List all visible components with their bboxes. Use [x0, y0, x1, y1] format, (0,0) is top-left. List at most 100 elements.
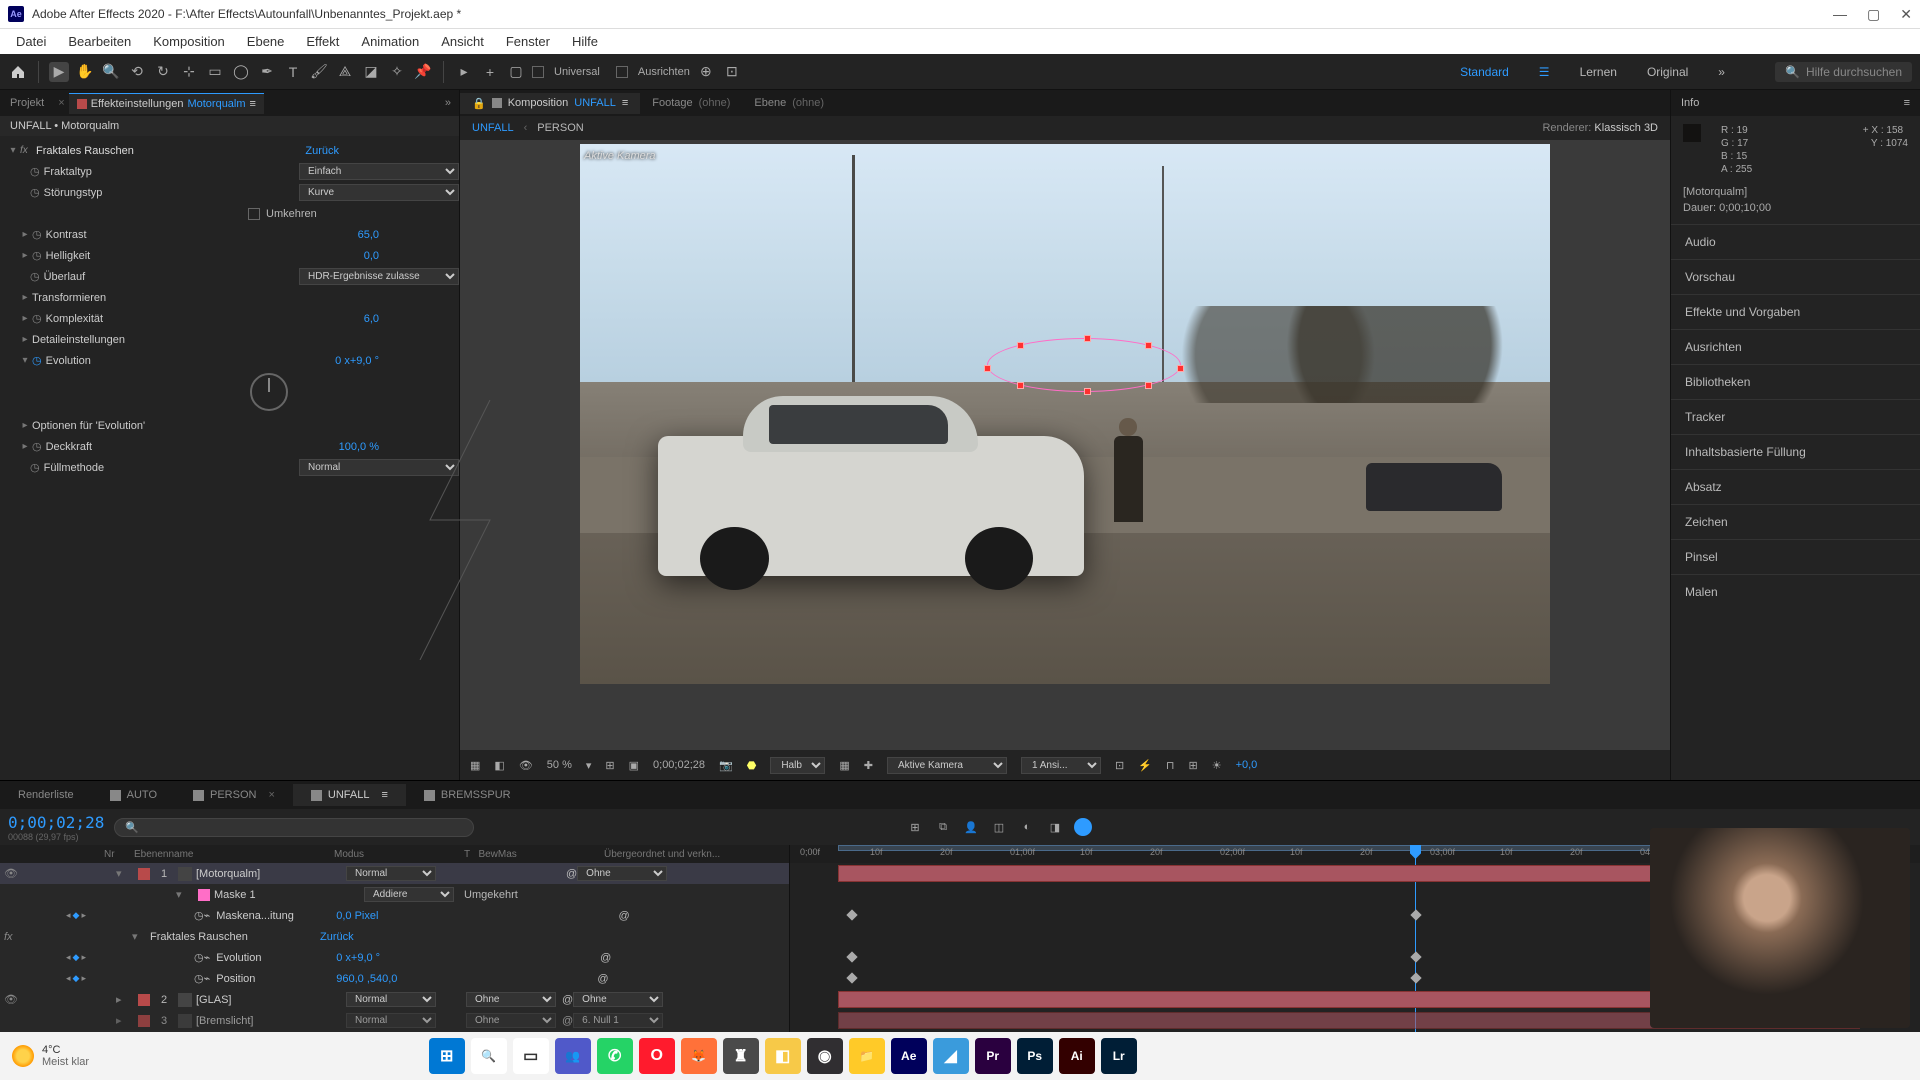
bewmas-select[interactable]: Ohne: [466, 992, 556, 1007]
parent-select[interactable]: 6. Null 1: [573, 1013, 663, 1028]
stopwatch-icon[interactable]: ◷: [194, 951, 204, 964]
res-auto-icon[interactable]: ⊞: [605, 759, 614, 772]
section-pinsel[interactable]: Pinsel: [1671, 539, 1920, 574]
expression-icon[interactable]: ⌁: [204, 972, 211, 985]
stopwatch-icon[interactable]: ◷: [32, 354, 42, 367]
section-fuellung[interactable]: Inhaltsbasierte Füllung: [1671, 434, 1920, 469]
channel-icon[interactable]: ◧: [494, 759, 504, 772]
taskbar-whatsapp[interactable]: ✆: [597, 1038, 633, 1074]
draft3d-icon[interactable]: ⧉: [934, 818, 952, 836]
keyframe[interactable]: [846, 909, 857, 920]
bewmas-select[interactable]: Ohne: [466, 1013, 556, 1028]
alpha-mode-icon[interactable]: ▦: [470, 759, 480, 772]
section-absatz[interactable]: Absatz: [1671, 469, 1920, 504]
selection-tool[interactable]: ▶: [49, 62, 69, 82]
stopwatch-icon[interactable]: ◷: [30, 461, 40, 474]
helligkeit-value[interactable]: 0,0: [364, 250, 459, 262]
rect-tool[interactable]: ▭: [205, 62, 225, 82]
pen-tool[interactable]: ✒: [257, 62, 277, 82]
timeline-sync-icon[interactable]: ⊓: [1166, 759, 1175, 772]
taskbar-taskview[interactable]: ▭: [513, 1038, 549, 1074]
parent-pick-icon[interactable]: @: [618, 910, 629, 922]
menu-ansicht[interactable]: Ansicht: [431, 32, 494, 51]
world-axis-icon[interactable]: +: [480, 62, 500, 82]
tl-menu-icon[interactable]: ≡: [381, 789, 387, 801]
feather-value[interactable]: 0,0 Pixel: [336, 910, 378, 922]
orbit-tool[interactable]: ⟲: [127, 62, 147, 82]
local-axis-icon[interactable]: ▸: [454, 62, 474, 82]
mode-select[interactable]: Normal: [346, 1013, 436, 1028]
mask-inverted[interactable]: Umgekehrt: [464, 889, 518, 901]
section-audio[interactable]: Audio: [1671, 224, 1920, 259]
menu-effekt[interactable]: Effekt: [296, 32, 349, 51]
twirl-icon[interactable]: ▸: [18, 229, 32, 240]
fx-reset[interactable]: Zurück: [320, 931, 354, 943]
keyframe[interactable]: [1410, 951, 1421, 962]
fx-toggle[interactable]: fx: [20, 145, 36, 156]
prop-detail[interactable]: Detaileinstellungen: [32, 334, 459, 346]
add-kf-icon[interactable]: ◆: [73, 952, 80, 963]
keyframe[interactable]: [1410, 972, 1421, 983]
menu-bearbeiten[interactable]: Bearbeiten: [58, 32, 141, 51]
pixel-aspect-icon[interactable]: ⊡: [1115, 759, 1124, 772]
taskbar-start[interactable]: ⊞: [429, 1038, 465, 1074]
taskbar-app1[interactable]: ♜: [723, 1038, 759, 1074]
twirl-icon[interactable]: ▾: [176, 888, 194, 901]
stopwatch-icon[interactable]: ◷: [32, 249, 42, 262]
rotate-tool[interactable]: ↻: [153, 62, 173, 82]
stopwatch-icon[interactable]: ◷: [32, 440, 42, 453]
taskbar-pr[interactable]: Pr: [975, 1038, 1011, 1074]
layer-color[interactable]: [138, 1015, 150, 1027]
mask-toggle-icon[interactable]: 👁: [519, 759, 533, 772]
twirl-icon[interactable]: ▸: [116, 993, 134, 1006]
snap-checkbox[interactable]: [532, 66, 544, 78]
parent-pick-icon[interactable]: @: [597, 973, 608, 985]
taskbar-search[interactable]: 🔍: [471, 1038, 507, 1074]
snapshot-icon[interactable]: 📷: [719, 759, 733, 772]
viewer-timecode[interactable]: 0;00;02;28: [653, 759, 705, 771]
menu-datei[interactable]: Datei: [6, 32, 56, 51]
anchor-tool[interactable]: ⊹: [179, 62, 199, 82]
keyframe[interactable]: [1410, 909, 1421, 920]
umkehren-checkbox[interactable]: [248, 208, 260, 220]
fx-position-row[interactable]: ◂◆▸ ◷ ⌁ Position 960,0 ,540,0 @: [0, 968, 789, 989]
tab-bremsspur[interactable]: BREMSSPUR: [406, 784, 529, 806]
taskbar-teams[interactable]: 👥: [555, 1038, 591, 1074]
shy-icon[interactable]: 👤: [962, 818, 980, 836]
comp-viewer[interactable]: Aktive Kamera: [460, 140, 1670, 750]
tab-renderliste[interactable]: Renderliste: [0, 784, 92, 806]
tab-footage[interactable]: Footage (ohne): [640, 93, 742, 113]
taskbar-opera[interactable]: O: [639, 1038, 675, 1074]
taskbar-firefox[interactable]: 🦊: [681, 1038, 717, 1074]
evolution-dial[interactable]: [250, 373, 288, 411]
twirl-effect[interactable]: ▾: [6, 145, 20, 156]
tab-auto[interactable]: AUTO: [92, 784, 175, 806]
guides-icon[interactable]: ✚: [864, 759, 873, 772]
close-button[interactable]: ✕: [1900, 6, 1912, 23]
parent-pick-icon[interactable]: @: [562, 994, 573, 1006]
layer-name[interactable]: [Motorqualm]: [196, 868, 346, 880]
tab-effekteinstellungen[interactable]: Effekteinstellungen Motorqualm ≡: [69, 93, 264, 114]
stopwatch-icon[interactable]: ◷: [194, 909, 204, 922]
expression-icon[interactable]: ⌁: [204, 951, 211, 964]
parent-select[interactable]: Ohne: [577, 866, 667, 881]
twirl-icon[interactable]: ▸: [18, 334, 32, 345]
section-malen[interactable]: Malen: [1671, 574, 1920, 609]
eye-icon[interactable]: 👁: [4, 867, 18, 880]
prev-kf-icon[interactable]: ◂: [66, 952, 71, 963]
flowchart-icon[interactable]: ⊞: [1188, 759, 1197, 772]
twirl-icon[interactable]: ▾: [116, 867, 134, 880]
weather-widget[interactable]: 4°CMeist klar: [12, 1044, 89, 1068]
workspace-standard[interactable]: Standard: [1460, 65, 1509, 79]
roto-tool[interactable]: ✧: [387, 62, 407, 82]
tab-close-icon[interactable]: ×: [54, 97, 68, 109]
lock-icon[interactable]: 🔒: [472, 97, 486, 110]
layer-row-1[interactable]: 👁 ▾ 1 [Motorqualm] Normal @ Ohne: [0, 863, 789, 884]
taskbar-app3[interactable]: ◢: [933, 1038, 969, 1074]
effect-name[interactable]: Fraktales Rauschen: [36, 145, 305, 157]
stopwatch-icon[interactable]: ◷: [30, 165, 40, 178]
graph-editor-icon[interactable]: ◨: [1046, 818, 1064, 836]
section-vorschau[interactable]: Vorschau: [1671, 259, 1920, 294]
layer-color[interactable]: [138, 868, 150, 880]
workspace-lernen[interactable]: Lernen: [1580, 65, 1617, 79]
